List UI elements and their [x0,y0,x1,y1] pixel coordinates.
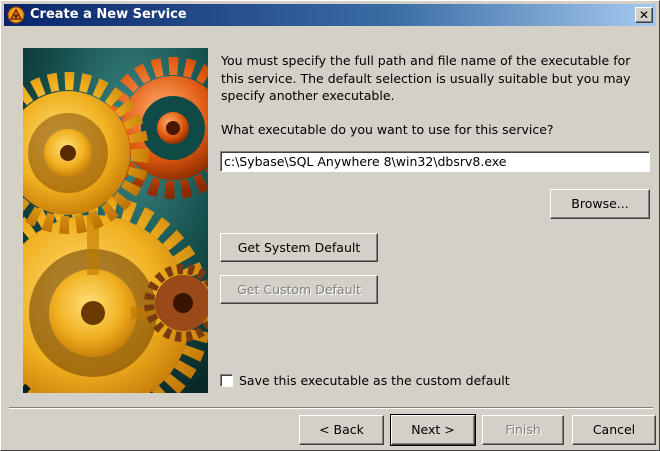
get-system-default-button[interactable]: Get System Default [220,233,378,262]
finish-button[interactable]: Finish [482,415,564,445]
title-bar[interactable]: Create a New Service ✕ [4,4,656,26]
save-custom-default-checkbox[interactable] [220,374,233,387]
save-custom-default-label[interactable]: Save this executable as the custom defau… [239,373,510,388]
executable-path-input[interactable] [220,151,650,172]
next-button[interactable]: Next > [390,414,476,446]
gears-illustration [23,48,208,393]
browse-button[interactable]: Browse... [550,189,650,219]
close-button[interactable]: ✕ [635,7,653,23]
executable-question-label: What executable do you want to use for t… [221,122,554,137]
save-custom-default-option[interactable]: Save this executable as the custom defau… [220,372,510,388]
close-icon: ✕ [638,8,650,22]
window-title: Create a New Service [30,7,187,22]
get-custom-default-button[interactable]: Get Custom Default [220,275,378,304]
question-text: What executable do you want to use for t… [221,122,554,137]
back-button[interactable]: < Back [299,415,384,445]
description-text: You must specify the full path and file … [221,53,631,103]
wizard-window: Create a New Service ✕ You must specify … [0,0,660,451]
footer-separator [9,407,653,409]
cancel-button[interactable]: Cancel [572,415,656,445]
sybase-wizard-icon [7,6,25,24]
